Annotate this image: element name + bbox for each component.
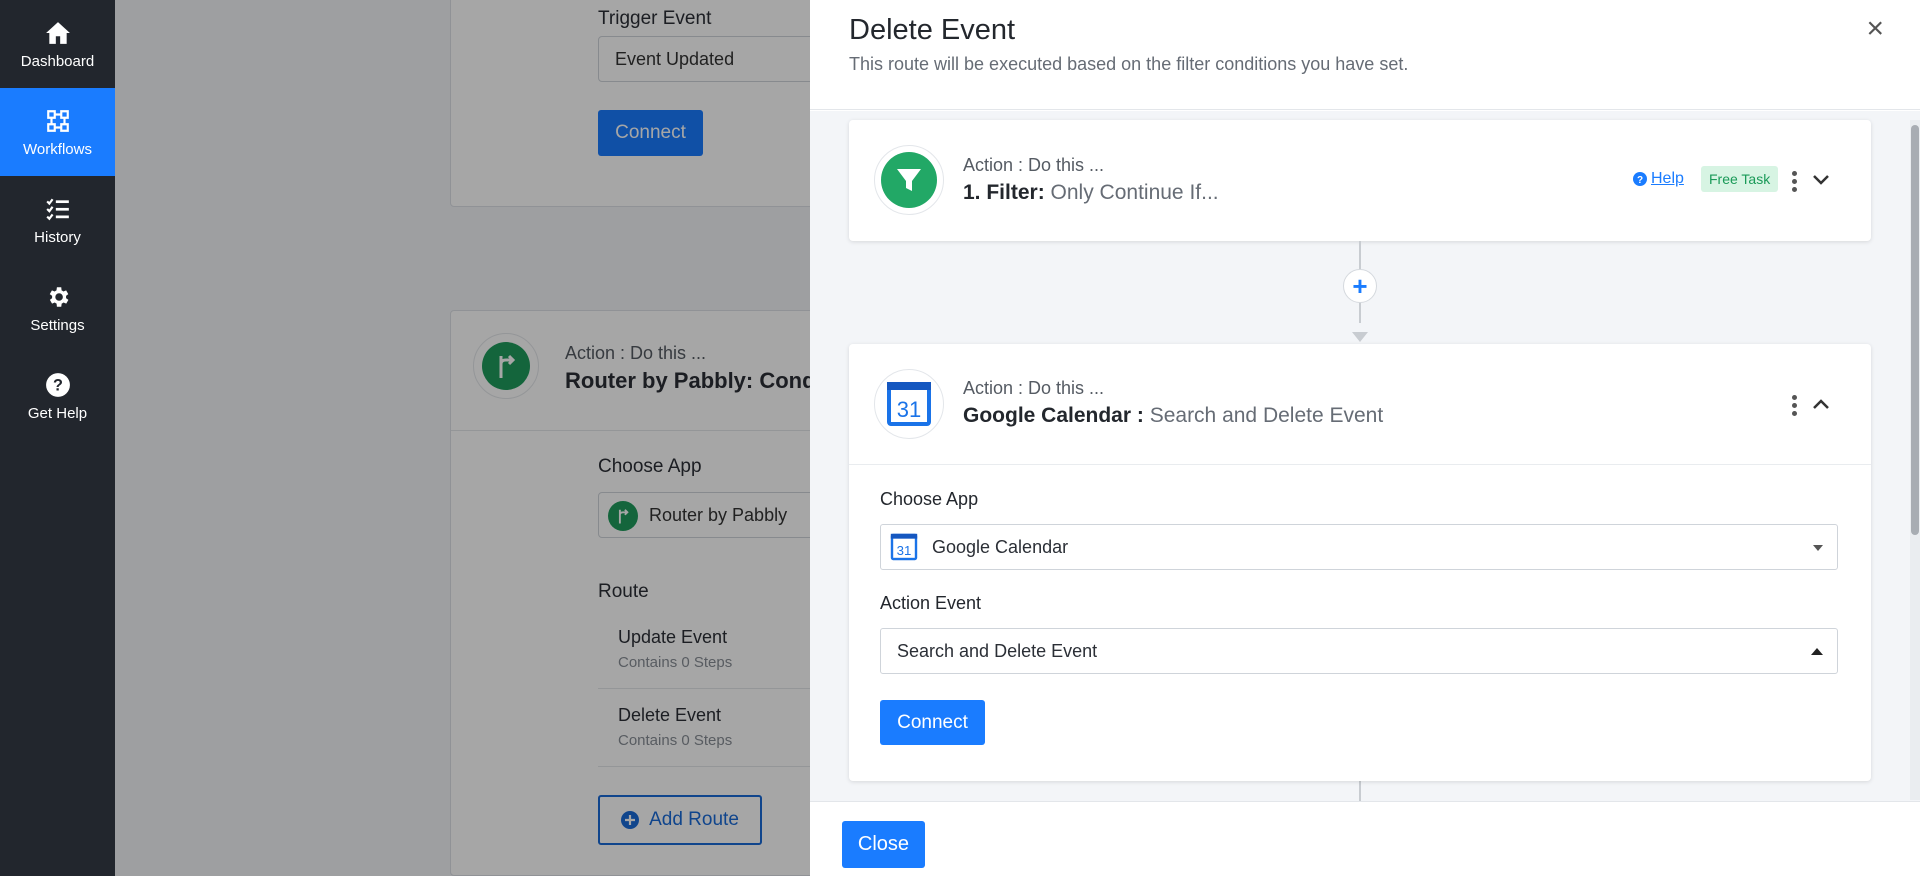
sidebar-item-label: Get Help — [27, 404, 88, 422]
filter-step-title-sub: Only Continue If... — [1050, 181, 1219, 204]
svg-text:?: ? — [53, 376, 63, 394]
kebab-menu-icon[interactable] — [1792, 171, 1798, 192]
sidebar-item-label: History — [34, 228, 81, 246]
sidebar-item-history[interactable]: History — [0, 176, 115, 264]
route-modal: Delete Event This route will be executed… — [810, 0, 1920, 876]
action-event-label: Action Event — [880, 593, 982, 613]
action-event-value: Search and Delete Event — [897, 640, 1098, 661]
close-button[interactable]: Close — [842, 821, 925, 868]
list-check-icon — [44, 195, 72, 223]
help-label: Help — [1651, 170, 1684, 187]
filter-step-card[interactable]: Action : Do this ... 1. Filter: Only Con… — [849, 120, 1871, 241]
workflow-icon — [44, 107, 72, 135]
modal-title: Delete Event — [849, 14, 1016, 46]
chevron-up-icon[interactable] — [1811, 394, 1831, 414]
sidebar: Dashboard Workflows History Settings ? G… — [0, 0, 115, 876]
filter-icon — [881, 152, 937, 208]
scrollbar-thumb[interactable] — [1911, 125, 1919, 535]
filter-step-pre: Action : Do this ... — [963, 155, 1105, 175]
caret-up-icon — [1811, 648, 1823, 655]
free-task-badge: Free Task — [1701, 166, 1779, 192]
modal-header: Delete Event This route will be executed… — [810, 0, 1920, 110]
google-calendar-icon: 31 — [887, 382, 931, 426]
calendar-icon-text: 31 — [897, 397, 921, 422]
connector-line — [1359, 303, 1361, 323]
action-event-select[interactable]: Search and Delete Event — [880, 628, 1838, 674]
sidebar-item-settings[interactable]: Settings — [0, 264, 115, 352]
question-circle-icon: ? — [44, 371, 72, 399]
choose-app-label: Choose App — [880, 489, 979, 509]
calendar-app-icon: 31 — [874, 369, 944, 439]
modal-backdrop[interactable] — [115, 0, 810, 876]
connector-line — [1359, 780, 1361, 801]
kebab-menu-icon[interactable] — [1792, 395, 1798, 416]
modal-subtitle: This route will be executed based on the… — [849, 54, 1409, 74]
sidebar-item-workflows[interactable]: Workflows — [0, 88, 115, 176]
calendar-step-title: Google Calendar : Search and Delete Even… — [963, 404, 1383, 428]
close-icon[interactable]: × — [1866, 12, 1884, 46]
caret-down-icon — [1813, 545, 1823, 551]
filter-step-title-main: 1. Filter: — [963, 181, 1045, 204]
calendar-step-title-sub: Search and Delete Event — [1149, 404, 1384, 427]
connector-line — [1359, 241, 1361, 269]
add-step-button[interactable]: + — [1343, 269, 1377, 303]
help-link[interactable]: ? Help — [1633, 170, 1684, 188]
sidebar-item-label: Settings — [30, 316, 85, 334]
modal-footer: Close — [810, 801, 1920, 876]
filter-app-icon — [874, 145, 944, 215]
calendar-step-pre: Action : Do this ... — [963, 378, 1105, 398]
modal-body: Action : Do this ... 1. Filter: Only Con… — [810, 111, 1920, 801]
connect-button[interactable]: Connect — [880, 700, 985, 745]
filter-step-title: 1. Filter: Only Continue If... — [963, 181, 1219, 205]
home-icon — [44, 19, 72, 47]
svg-text:?: ? — [1637, 175, 1643, 186]
calendar-step-title-main: Google Calendar : — [963, 404, 1144, 427]
sidebar-item-label: Workflows — [23, 140, 92, 158]
sidebar-item-dashboard[interactable]: Dashboard — [0, 0, 115, 88]
connector-arrow — [1352, 332, 1368, 342]
sidebar-item-label: Dashboard — [20, 52, 95, 70]
sidebar-item-get-help[interactable]: ? Get Help — [0, 352, 115, 440]
google-calendar-icon: 31 — [890, 533, 918, 561]
chevron-down-icon[interactable] — [1811, 170, 1831, 190]
question-circle-icon: ? — [1633, 172, 1647, 186]
gear-icon — [44, 283, 72, 311]
calendar-icon-text: 31 — [897, 543, 912, 558]
google-calendar-step-card: 31 Action : Do this ... Google Calendar … — [849, 344, 1871, 781]
choose-app-value: Google Calendar — [932, 536, 1069, 557]
choose-app-select[interactable]: 31 Google Calendar — [880, 524, 1838, 570]
